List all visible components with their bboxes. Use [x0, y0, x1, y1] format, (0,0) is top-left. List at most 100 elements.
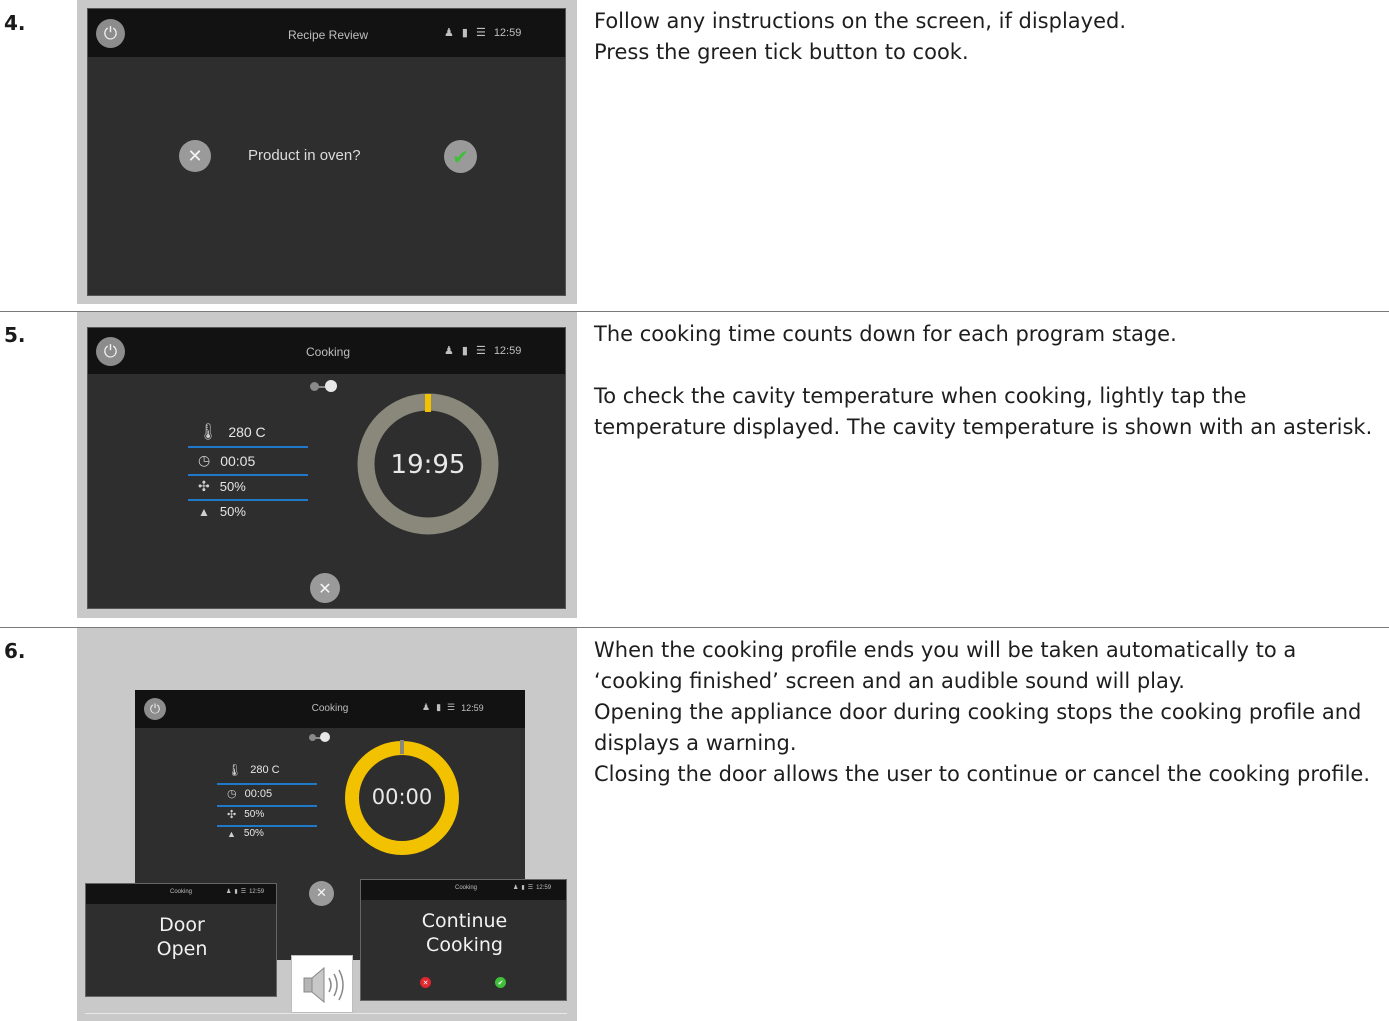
screen-title: Cooking: [305, 345, 351, 359]
clock-time: 12:59: [249, 888, 265, 895]
clock-icon: ◷: [227, 788, 237, 800]
step-5-image: ⏻ Cooking ♟ ▮ ☰ 12:59 🌡 280 C ◷ 00:05 ✣ …: [77, 312, 577, 618]
wifi-icon: ☰: [447, 702, 456, 712]
power-icon[interactable]: ⏻: [144, 698, 166, 720]
door-open-line: Open: [156, 937, 208, 960]
status-icons: ♟ ▮ ☰ 12:59: [444, 344, 522, 358]
check-icon: ✔: [452, 144, 469, 169]
description-line: The cooking time counts down for each pr…: [594, 322, 1177, 346]
temperature-param[interactable]: 🌡 280 C: [227, 763, 280, 777]
humidity-param[interactable]: ▲ 50%: [198, 504, 246, 519]
door-open-line: Door: [159, 914, 205, 936]
continue-cooking-screen: Cooking ♟ ▮ ☰ 12:59 Continue Cooking ✕ ✔: [360, 879, 567, 1001]
step-number: 4.: [4, 11, 26, 35]
step-6-image: ⏻ Cooking ♟ ▮ ☰ 12:59 🌡 280 C ◷ 00:05 ✣ …: [77, 628, 577, 1021]
x-icon: ✕: [187, 145, 203, 167]
thermometer-icon: 🌡: [198, 424, 219, 441]
wifi-icon: ☰: [240, 889, 247, 895]
wifi-icon: ☰: [475, 27, 486, 39]
continue-button[interactable]: ✔: [495, 977, 506, 988]
user-icon: ♟: [444, 345, 454, 357]
param-underline: [188, 446, 308, 448]
status-icons: ♟ ▮ ☰ 12:59: [513, 884, 552, 892]
user-icon: ♟: [513, 885, 519, 891]
stop-button[interactable]: ✕: [310, 573, 340, 603]
countdown-value: 19:95: [390, 450, 466, 480]
door-open-message: Door Open: [86, 914, 276, 962]
x-icon: ✕: [318, 578, 332, 598]
step-number: 6.: [4, 639, 26, 663]
prompt-text: Product in oven?: [248, 147, 361, 164]
ring-start-marker: [400, 740, 404, 754]
fan-value: 50%: [219, 479, 246, 494]
status-icons: ♟ ▮ ☰ 12:59: [444, 26, 522, 40]
user-icon: ♟: [226, 889, 232, 895]
duration-param[interactable]: ◷ 00:05: [198, 452, 255, 469]
door-open-screen: Cooking ♟ ▮ ☰ 12:59 Door Open: [85, 883, 277, 997]
x-icon: ✕: [316, 886, 327, 901]
wifi-icon: ☰: [527, 885, 534, 891]
lock-icon: ▮: [521, 885, 525, 891]
fan-icon: ✣: [198, 478, 210, 494]
humidity-param[interactable]: ▲ 50%: [227, 828, 264, 839]
cancel-button[interactable]: ✕: [420, 977, 431, 988]
countdown-value: 00:00: [371, 785, 433, 809]
power-icon[interactable]: ⏻: [96, 337, 125, 366]
description-line: Press the green tick button to cook.: [594, 40, 969, 64]
param-underline: [217, 825, 317, 827]
wifi-icon: ☰: [475, 345, 486, 357]
lock-icon: ▮: [436, 702, 442, 712]
sound-panel: [291, 955, 353, 1013]
screen-title: Cooking: [311, 703, 349, 714]
cooking-screen: ⏻ Cooking ♟ ▮ ☰ 12:59 🌡 280 C ◷ 00:05 ✣ …: [87, 327, 566, 609]
cancel-button[interactable]: ✕: [179, 140, 211, 172]
stop-button[interactable]: ✕: [309, 881, 334, 906]
clock-time: 12:59: [493, 344, 522, 357]
screen-title: Cooking: [454, 885, 477, 891]
step-5-description: The cooking time counts down for each pr…: [594, 319, 1374, 443]
clock-time: 12:59: [493, 26, 522, 39]
step-4-image: ⏻ Recipe Review ♟ ▮ ☰ 12:59 ✕ Product in…: [77, 0, 577, 304]
param-underline: [188, 474, 308, 476]
step-6-description: When the cooking profile ends you will b…: [594, 635, 1374, 790]
humidity-value: 50%: [243, 828, 264, 839]
fan-value: 50%: [244, 809, 265, 820]
power-icon[interactable]: ⏻: [96, 19, 125, 48]
step-number: 5.: [4, 323, 26, 347]
duration-value: 00:05: [244, 787, 273, 800]
clock-icon: ◷: [198, 452, 211, 468]
ring-progress-marker: [425, 394, 431, 412]
top-bar: Cooking ♟ ▮ ☰ 12:59: [361, 880, 566, 900]
screen-title: Cooking: [169, 889, 192, 895]
stage-dot-active[interactable]: [320, 732, 330, 742]
description-line: When the cooking profile ends you will b…: [594, 638, 1297, 693]
fan-param[interactable]: ✣ 50%: [198, 478, 246, 495]
clock-time: 12:59: [461, 702, 484, 713]
clock-time: 12:59: [536, 884, 552, 891]
lock-icon: ▮: [234, 889, 238, 895]
description-line: To check the cavity temperature when coo…: [594, 384, 1373, 439]
steam-icon: ▲: [198, 504, 210, 519]
description-line: Closing the door allows the user to cont…: [594, 762, 1371, 786]
temperature-param[interactable]: 🌡 280 C: [198, 422, 266, 442]
lock-icon: ▮: [461, 27, 468, 39]
humidity-value: 50%: [219, 504, 246, 519]
top-bar: Cooking ♟ ▮ ☰ 12:59: [86, 884, 276, 904]
temperature-value: 280 C: [228, 424, 266, 440]
duration-param[interactable]: ◷ 00:05: [227, 787, 273, 801]
lock-icon: ▮: [461, 345, 468, 357]
fan-param[interactable]: ✣ 50%: [227, 808, 264, 821]
speaker-icon: [303, 966, 344, 1004]
check-icon: ✔: [497, 978, 504, 987]
thermometer-icon: 🌡: [227, 763, 243, 777]
step-4-description: Follow any instructions on the screen, i…: [594, 6, 1374, 68]
continue-cooking-message: Continue Cooking: [361, 910, 566, 958]
confirm-button[interactable]: ✔: [444, 140, 477, 173]
user-icon: ♟: [444, 27, 454, 39]
continue-line: Cooking: [426, 933, 503, 956]
top-bar: ⏻ Cooking ♟ ▮ ☰ 12:59: [88, 328, 565, 374]
continue-line: Continue: [421, 910, 508, 932]
top-bar: ⏻ Recipe Review ♟ ▮ ☰ 12:59: [88, 9, 565, 57]
param-underline: [217, 805, 317, 807]
stage-dot-active[interactable]: [325, 380, 337, 392]
